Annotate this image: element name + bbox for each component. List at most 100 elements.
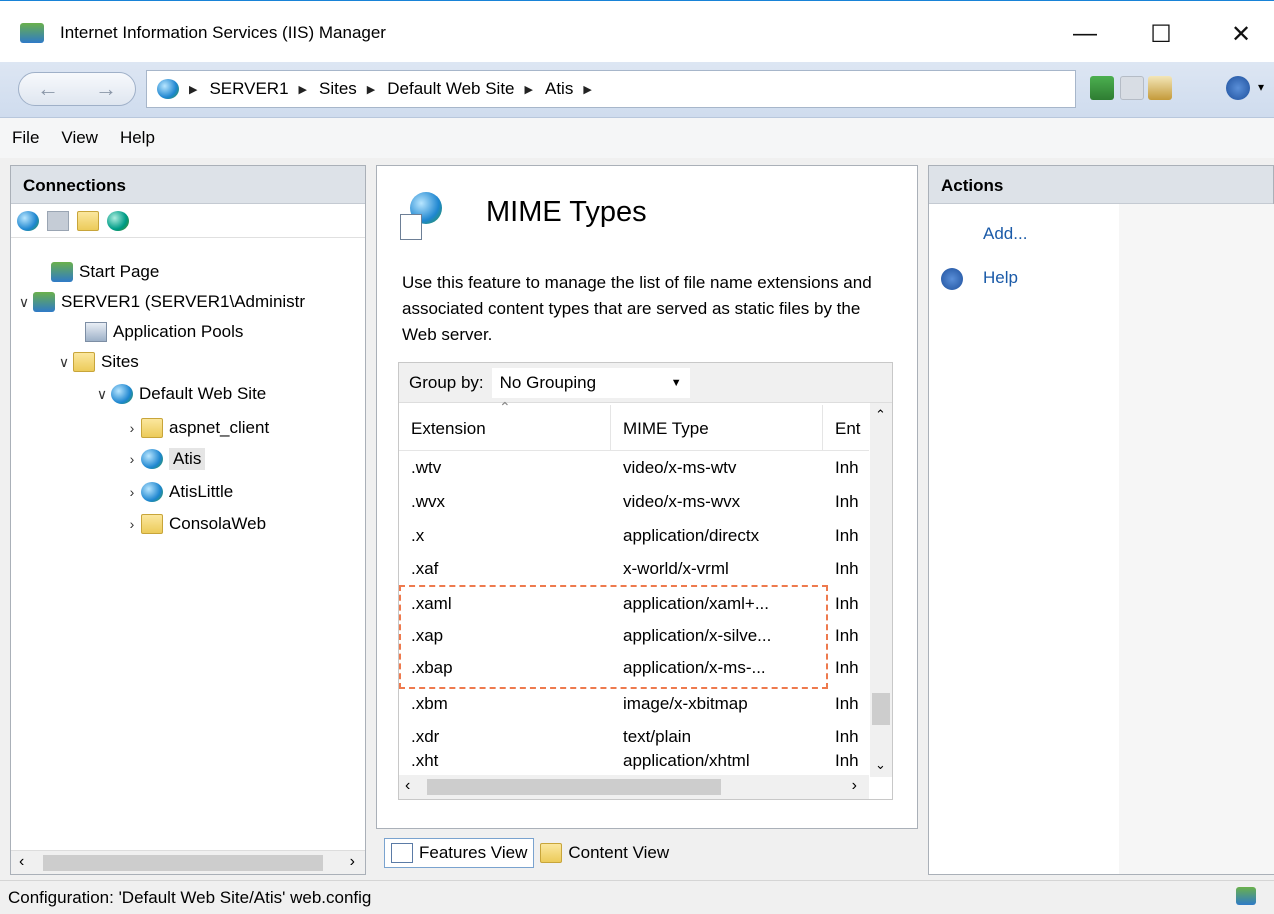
back-arrow-icon[interactable]: ← bbox=[37, 76, 59, 102]
scroll-left-icon[interactable]: ‹ bbox=[405, 777, 410, 795]
title-bar: Internet Information Services (IIS) Mana… bbox=[0, 0, 1274, 62]
view-tabs: Features View Content View bbox=[384, 836, 675, 870]
content-view-icon bbox=[540, 843, 563, 863]
scroll-right-icon[interactable]: › bbox=[852, 777, 857, 795]
home-icon[interactable] bbox=[1148, 76, 1172, 100]
close-icon[interactable]: ✕ bbox=[1214, 11, 1268, 57]
menu-file[interactable]: File bbox=[12, 128, 39, 148]
tree-item-consolaweb[interactable]: › ConsolaWeb bbox=[123, 510, 266, 538]
expand-icon[interactable]: › bbox=[123, 484, 141, 500]
table-row[interactable]: .xht application/xhtml Inh bbox=[399, 751, 869, 775]
status-bar: Configuration: 'Default Web Site/Atis' w… bbox=[0, 880, 1274, 914]
collapse-icon[interactable]: ∨ bbox=[93, 386, 111, 403]
expand-icon[interactable]: › bbox=[123, 451, 141, 467]
server-status-icon bbox=[1236, 887, 1256, 905]
tree-item-application-pools[interactable]: Application Pools bbox=[85, 318, 243, 346]
help-action-link[interactable]: Help bbox=[983, 268, 1018, 288]
actions-header: Actions bbox=[929, 166, 1273, 204]
folder-icon bbox=[141, 418, 163, 438]
table-row[interactable]: .xaf x-world/x-vrml Inh bbox=[399, 552, 869, 586]
expand-icon[interactable]: › bbox=[123, 420, 141, 436]
breadcrumb-item-server[interactable]: ▶ SERVER1 bbox=[189, 79, 289, 99]
server-icon bbox=[33, 292, 55, 312]
tab-features-view[interactable]: Features View bbox=[384, 838, 535, 868]
stop-icon[interactable] bbox=[1120, 76, 1144, 100]
table-row[interactable]: .wtv video/x-ms-wtv Inh bbox=[399, 451, 869, 485]
connections-header: Connections bbox=[11, 166, 365, 204]
save-icon[interactable] bbox=[47, 210, 69, 231]
scroll-up-icon[interactable]: ⌃ bbox=[875, 407, 886, 423]
application-icon bbox=[141, 482, 163, 502]
maximize-icon[interactable]: ☐ bbox=[1134, 11, 1188, 57]
table-row[interactable]: .xap application/x-silve... Inh bbox=[399, 619, 869, 653]
menu-bar: File View Help bbox=[0, 118, 1274, 158]
grid-horizontal-scrollbar[interactable]: ‹ › bbox=[399, 775, 869, 799]
sites-folder-icon bbox=[73, 352, 95, 372]
chevron-down-icon: ▼ bbox=[670, 376, 682, 389]
table-row[interactable]: .xbm image/x-xbitmap Inh bbox=[399, 687, 869, 721]
window-title: Internet Information Services (IIS) Mana… bbox=[60, 23, 386, 42]
scroll-left-icon[interactable]: ‹ bbox=[19, 853, 24, 871]
connections-panel: Connections Start Page ∨ SERVER1 (SERVER… bbox=[10, 165, 366, 875]
help-icon bbox=[941, 268, 963, 290]
folder-icon bbox=[141, 514, 163, 534]
add-action-link[interactable]: Add... bbox=[983, 224, 1027, 244]
disconnect-icon[interactable] bbox=[107, 210, 129, 231]
forward-arrow-icon[interactable]: → bbox=[95, 76, 117, 102]
table-row[interactable]: .xaml application/xaml+... Inh bbox=[399, 587, 869, 621]
collapse-icon[interactable]: ∨ bbox=[15, 294, 33, 311]
mime-types-icon bbox=[400, 192, 444, 240]
tab-content-view[interactable]: Content View bbox=[534, 839, 675, 867]
tree-item-atislittle[interactable]: › AtisLittle bbox=[123, 478, 233, 506]
scroll-thumb[interactable] bbox=[872, 693, 890, 725]
table-row[interactable]: .xbap application/x-ms-... Inh bbox=[399, 651, 869, 685]
help-icon[interactable] bbox=[1226, 76, 1250, 100]
table-row[interactable]: .x application/directx Inh bbox=[399, 519, 869, 553]
expand-icon[interactable]: › bbox=[123, 516, 141, 532]
tree-item-start-page[interactable]: Start Page bbox=[51, 258, 159, 286]
tree-item-aspnet-client[interactable]: › aspnet_client bbox=[123, 414, 269, 442]
app-pools-icon bbox=[85, 322, 107, 342]
table-row[interactable]: .wvx video/x-ms-wvx Inh bbox=[399, 485, 869, 519]
iis-app-icon bbox=[20, 23, 44, 43]
column-header-extension[interactable]: Extension ⌃ bbox=[399, 399, 611, 451]
scroll-thumb[interactable] bbox=[427, 779, 721, 795]
status-text: Configuration: 'Default Web Site/Atis' w… bbox=[8, 887, 372, 907]
mime-types-grid: Group by: No Grouping ▼ Extension ⌃ MIME… bbox=[398, 362, 893, 800]
column-header-entry-type[interactable]: Ent bbox=[823, 405, 869, 451]
connect-globe-icon[interactable] bbox=[17, 210, 39, 231]
up-folder-icon[interactable] bbox=[77, 210, 99, 231]
tree-item-atis[interactable]: › Atis bbox=[123, 445, 206, 473]
grid-vertical-scrollbar[interactable]: ⌃ ⌄ bbox=[870, 403, 892, 777]
menu-view[interactable]: View bbox=[61, 128, 98, 148]
website-globe-icon bbox=[111, 384, 133, 404]
help-dropdown-icon[interactable]: ▾ bbox=[1258, 80, 1264, 94]
breadcrumb-dropdown[interactable]: ▶ bbox=[583, 83, 603, 96]
globe-icon bbox=[157, 79, 179, 99]
tree-item-server1[interactable]: ∨ SERVER1 (SERVER1\Administr bbox=[15, 288, 305, 316]
connections-horizontal-scrollbar[interactable]: ‹ › bbox=[11, 850, 365, 874]
feature-description: Use this feature to manage the list of f… bbox=[402, 273, 872, 344]
breadcrumb[interactable]: ▶ SERVER1 ▶ Sites ▶ Default Web Site ▶ Atis … bbox=[146, 70, 1076, 108]
scroll-thumb[interactable] bbox=[43, 855, 323, 871]
menu-help[interactable]: Help bbox=[120, 128, 155, 148]
tree-item-sites[interactable]: ∨ Sites bbox=[55, 348, 139, 376]
page-title: MIME Types bbox=[486, 196, 647, 228]
nav-buttons: ← → bbox=[18, 72, 136, 106]
breadcrumb-item-atis[interactable]: ▶ Atis bbox=[525, 79, 574, 99]
group-by-label: Group by: bbox=[409, 372, 484, 392]
group-by-select[interactable]: No Grouping ▼ bbox=[491, 367, 690, 398]
refresh-icon[interactable] bbox=[1090, 76, 1114, 100]
actions-panel: Actions Add... Help bbox=[928, 165, 1274, 875]
scroll-down-icon[interactable]: ⌄ bbox=[875, 757, 886, 773]
group-by-bar: Group by: No Grouping ▼ bbox=[399, 363, 892, 403]
minimize-icon[interactable]: — bbox=[1058, 11, 1112, 57]
column-header-mime-type[interactable]: MIME Type bbox=[611, 405, 823, 451]
breadcrumb-item-default-web-site[interactable]: ▶ Default Web Site bbox=[367, 79, 515, 99]
tree-item-default-web-site[interactable]: ∨ Default Web Site bbox=[93, 380, 266, 408]
collapse-icon[interactable]: ∨ bbox=[55, 354, 73, 371]
table-row[interactable]: .xdr text/plain Inh bbox=[399, 720, 869, 754]
breadcrumb-item-sites[interactable]: ▶ Sites bbox=[299, 79, 357, 99]
scroll-right-icon[interactable]: › bbox=[350, 853, 355, 871]
start-page-icon bbox=[51, 262, 73, 282]
